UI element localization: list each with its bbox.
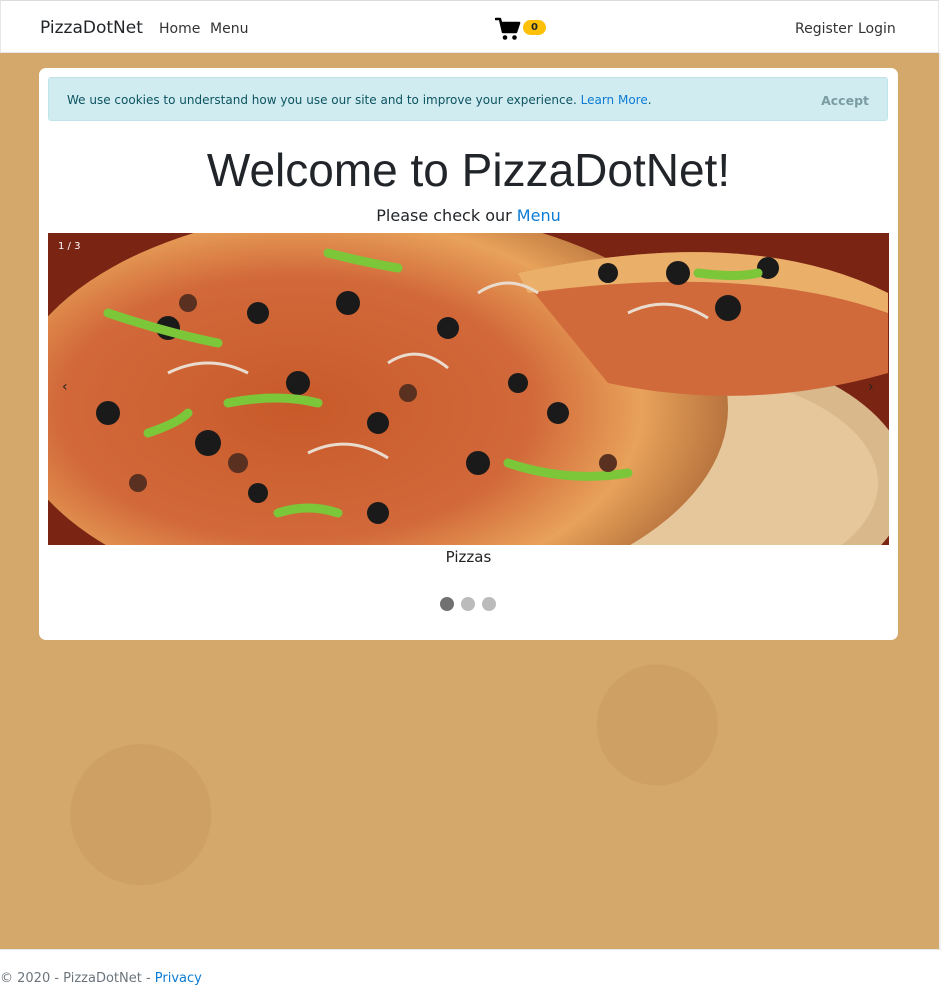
cookie-notice: We use cookies to understand how you use…: [48, 77, 888, 121]
main-card: We use cookies to understand how you use…: [39, 68, 898, 640]
login-link[interactable]: Login: [858, 21, 896, 37]
learn-more-link[interactable]: Learn More: [581, 93, 648, 107]
carousel-dot-2[interactable]: [461, 597, 475, 611]
carousel-indicators: [440, 597, 500, 613]
accept-cookies-button[interactable]: Accept: [821, 93, 869, 108]
cookie-notice-text: We use cookies to understand how you use…: [67, 93, 652, 107]
cart-count-badge: 0: [523, 20, 546, 35]
footer: © 2020 - PizzaDotNet - Privacy: [0, 949, 941, 986]
subtitle-prefix: Please check our: [376, 206, 512, 225]
carousel-dot-3[interactable]: [482, 597, 496, 611]
brand-link[interactable]: PizzaDotNet: [40, 18, 143, 38]
navbar: PizzaDotNet Home Menu 0 Register Login: [0, 0, 939, 53]
nav-menu-link[interactable]: Menu: [210, 21, 248, 37]
cart-button[interactable]: 0: [495, 17, 547, 41]
cookie-period: .: [647, 93, 652, 107]
carousel-next-button[interactable]: ›: [868, 379, 874, 395]
carousel: 1 / 3 ‹ ›: [48, 233, 889, 545]
carousel-prev-button[interactable]: ‹: [62, 379, 68, 395]
page-title: Welcome to PizzaDotNet!: [206, 144, 731, 196]
cart-icon: [495, 17, 521, 40]
register-link[interactable]: Register: [795, 21, 853, 37]
slide-counter: 1 / 3: [58, 241, 81, 252]
slide-caption: Pizzas: [445, 548, 492, 566]
subtitle-menu-link[interactable]: Menu: [517, 206, 561, 225]
carousel-dot-1[interactable]: [440, 597, 454, 611]
cookie-message: We use cookies to understand how you use…: [67, 93, 577, 107]
nav-home-link[interactable]: Home: [159, 21, 200, 37]
pizza-slide-image: [48, 233, 889, 545]
page-subtitle: Please check our Menu: [39, 206, 898, 225]
